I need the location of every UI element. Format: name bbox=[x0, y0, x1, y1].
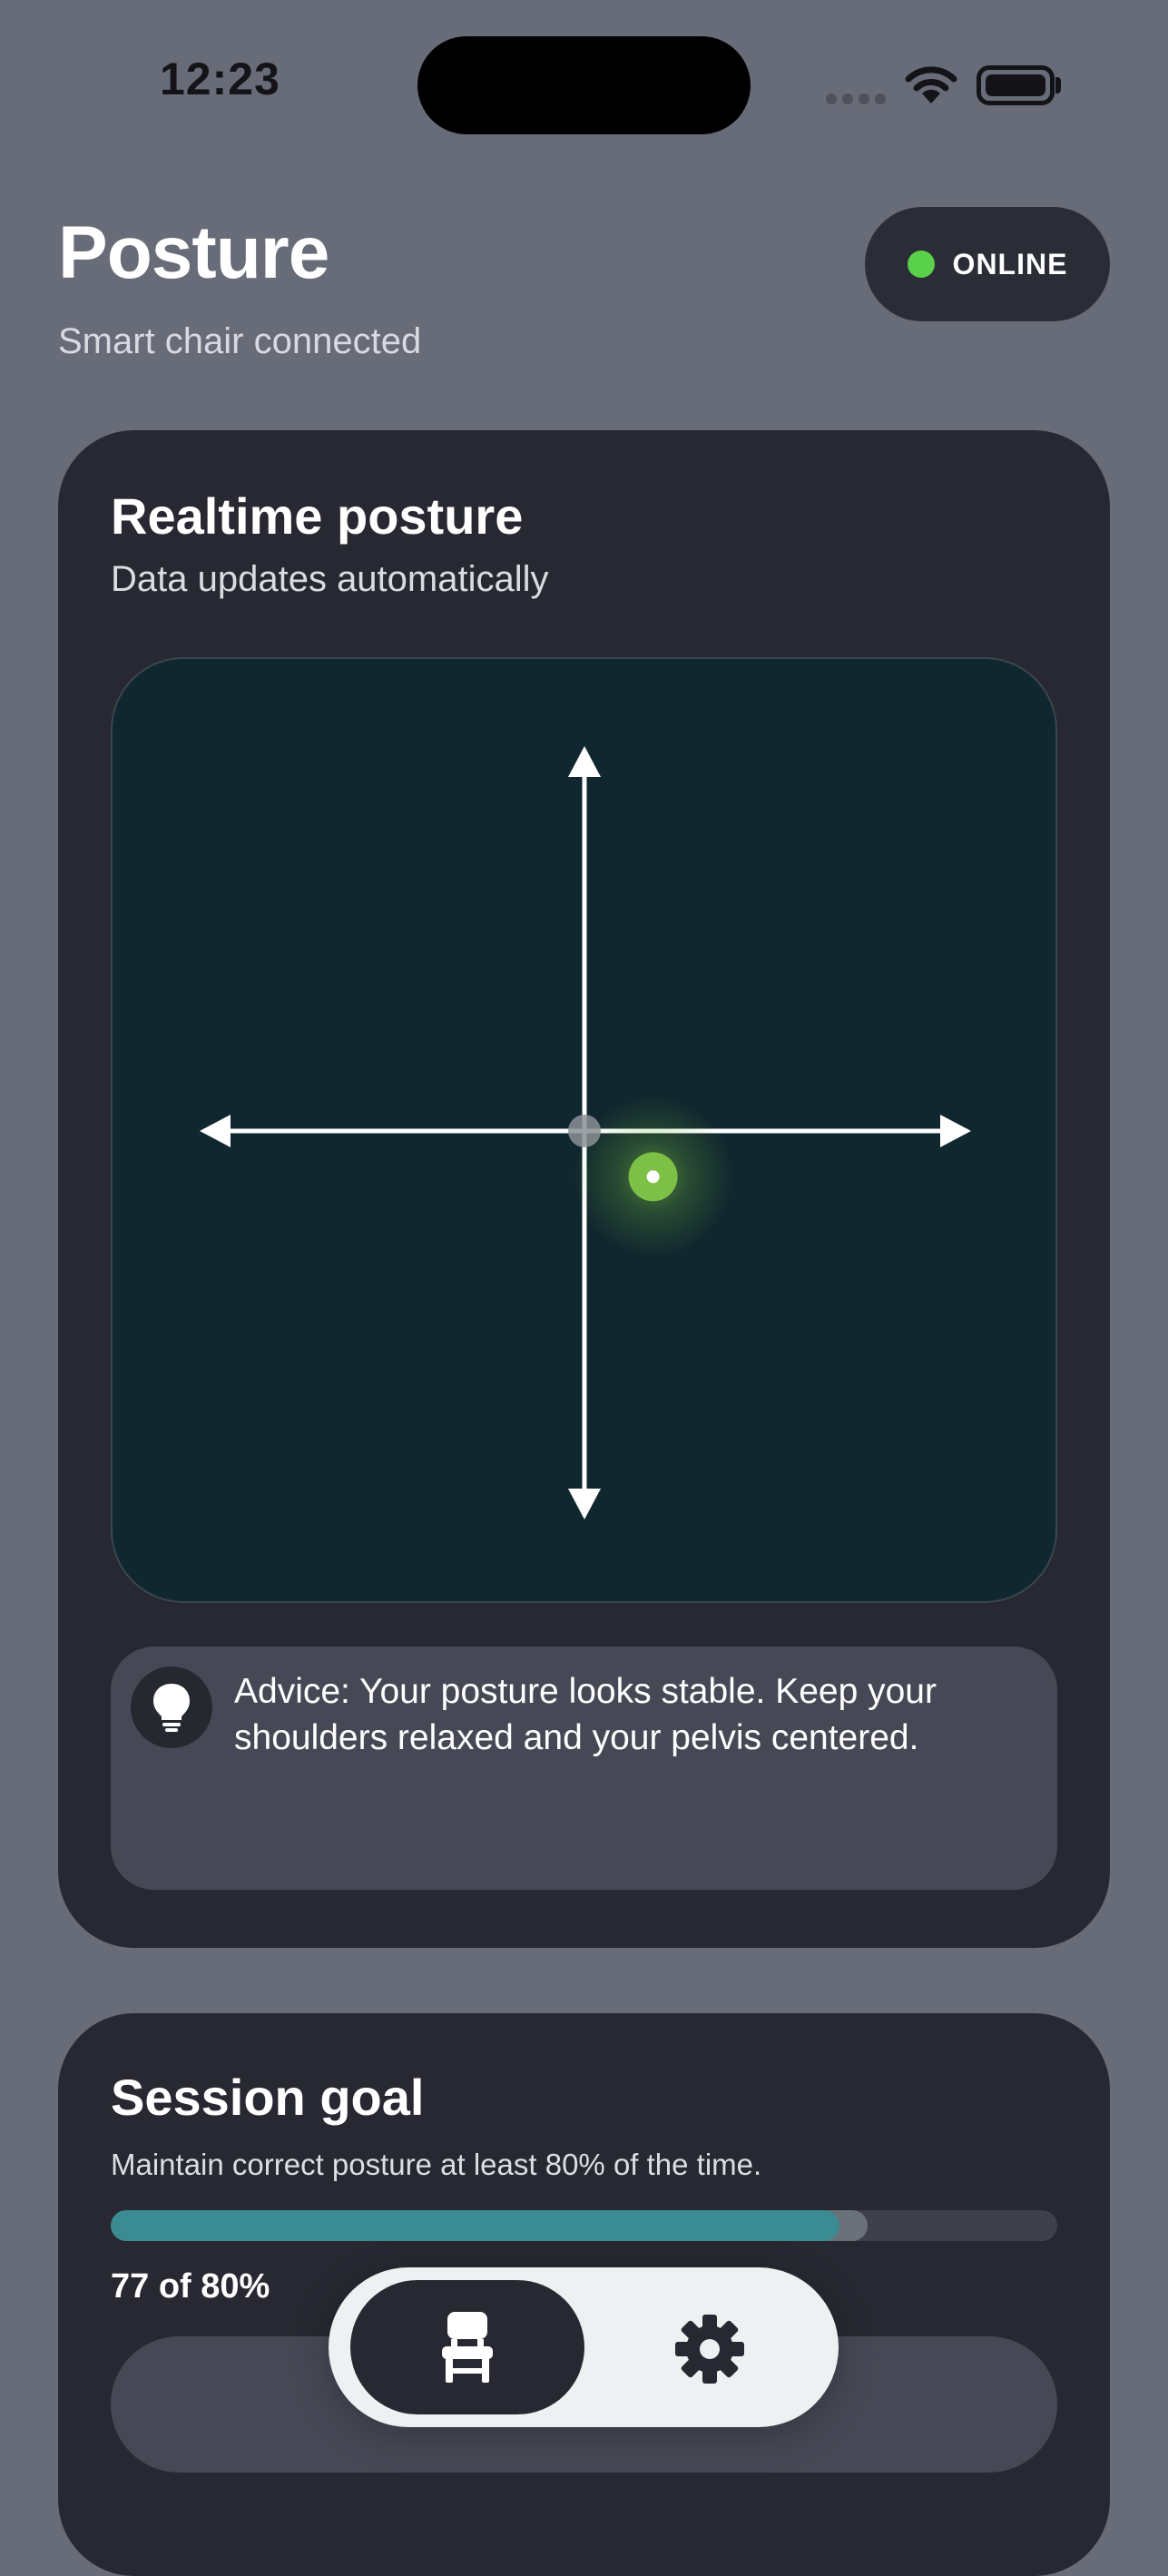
goal-progress-bar bbox=[111, 2210, 1057, 2241]
tab-settings[interactable] bbox=[673, 2313, 746, 2385]
x-axis-right-arrow-icon bbox=[940, 1115, 971, 1147]
status-dot-icon bbox=[907, 251, 935, 278]
goal-progress-label: 77 of 80% bbox=[111, 2267, 270, 2306]
posture-plot bbox=[111, 657, 1057, 1603]
cellular-signal-icon bbox=[826, 93, 886, 104]
goal-title: Session goal bbox=[111, 2069, 425, 2126]
posture-plot-svg bbox=[200, 746, 971, 1519]
status-label: ONLINE bbox=[952, 247, 1068, 280]
y-axis-down-arrow-icon bbox=[568, 1489, 601, 1519]
page-subtitle: Smart chair connected bbox=[58, 321, 422, 361]
battery-icon bbox=[977, 65, 1055, 105]
posture-point bbox=[573, 1096, 733, 1257]
goal-progress-fill bbox=[111, 2210, 840, 2241]
wifi-icon bbox=[905, 66, 957, 103]
chair-icon bbox=[442, 2312, 493, 2383]
advice-box: Advice: Your posture looks stable. Keep … bbox=[111, 1647, 1057, 1890]
lightbulb-icon bbox=[131, 1667, 212, 1748]
bottom-tab-bar bbox=[329, 2267, 839, 2427]
gear-icon bbox=[675, 2315, 744, 2384]
dynamic-island bbox=[417, 36, 751, 134]
realtime-card-title: Realtime posture bbox=[111, 487, 524, 545]
x-axis-left-arrow-icon bbox=[200, 1115, 231, 1147]
advice-text: Advice: Your posture looks stable. Keep … bbox=[234, 1672, 937, 1757]
realtime-card-subtitle: Data updates automatically bbox=[111, 559, 549, 599]
connection-status-badge[interactable]: ONLINE bbox=[865, 207, 1110, 321]
y-axis-up-arrow-icon bbox=[568, 746, 601, 777]
goal-description: Maintain correct posture at least 80% of… bbox=[111, 2148, 762, 2181]
page-title: Posture bbox=[58, 211, 329, 294]
status-time: 12:23 bbox=[160, 54, 280, 104]
battery-tip bbox=[1055, 77, 1061, 93]
tab-chair[interactable] bbox=[350, 2280, 584, 2414]
